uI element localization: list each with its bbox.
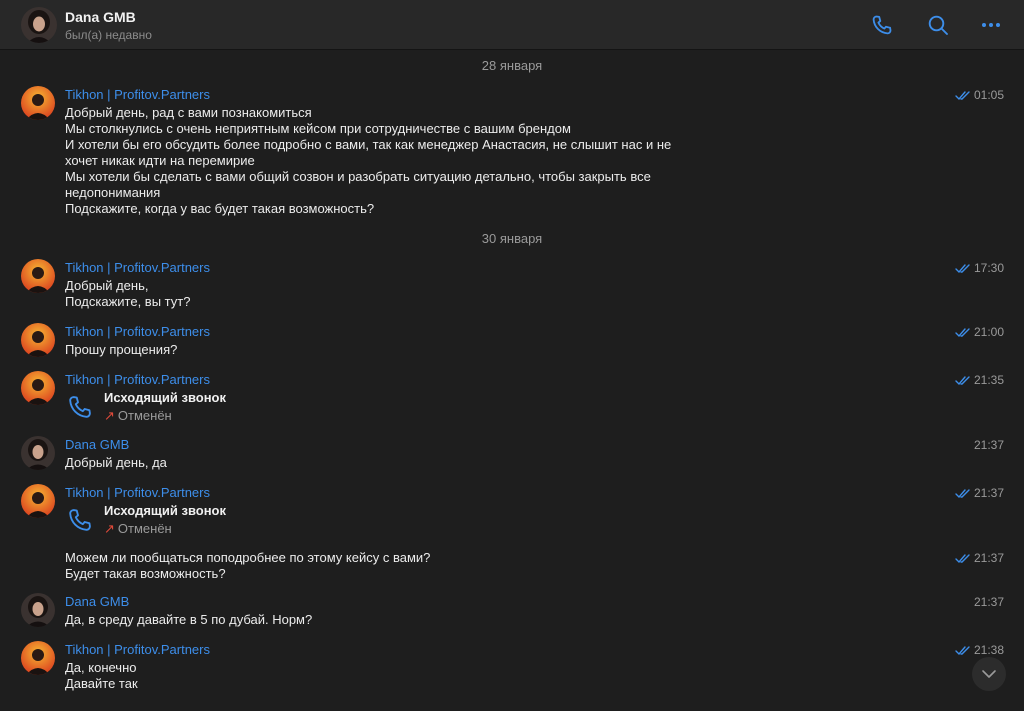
read-checkmarks-icon <box>955 327 971 341</box>
message-text: Добрый день, рад с вами познакомиться <box>65 105 312 120</box>
read-checkmarks-icon <box>955 488 971 502</box>
message-text: Прошу прощения? <box>65 342 178 357</box>
read-checkmarks-icon <box>955 645 971 659</box>
message-time-text: 21:35 <box>973 373 1004 387</box>
message-text: Добрый день, <box>65 278 149 293</box>
message-text: Будет такая возможность? <box>65 566 226 581</box>
read-checkmarks-icon <box>955 375 971 389</box>
message-text: Давайте так <box>65 676 138 691</box>
message-time: 21:38 <box>955 643 1004 659</box>
call-status-text: Отменён <box>117 408 172 423</box>
more-icon[interactable] <box>978 12 1004 38</box>
read-checkmarks-icon <box>955 553 971 567</box>
message-sender[interactable]: Tikhon | Profitov.Partners <box>65 260 210 275</box>
outgoing-arrow-icon: ↗ <box>104 521 115 536</box>
chevron-down-icon <box>982 670 996 678</box>
message-sender[interactable]: Tikhon | Profitov.Partners <box>65 324 210 339</box>
message-text: Да, в среду давайте в 5 по дубай. Норм? <box>65 612 313 627</box>
message-time-text: 21:37 <box>973 486 1004 500</box>
contact-avatar[interactable] <box>21 7 57 43</box>
avatar[interactable] <box>21 593 55 627</box>
contact-status: был(а) недавно <box>65 28 152 42</box>
message-time: 21:37 <box>955 486 1004 502</box>
message-sender[interactable]: Dana GMB <box>65 594 129 609</box>
avatar[interactable] <box>21 371 55 405</box>
message-time: 21:35 <box>955 373 1004 389</box>
read-checkmarks-icon <box>955 90 971 104</box>
message-text: Мы столкнулись с очень неприятным кейсом… <box>65 121 571 136</box>
message-sender[interactable]: Dana GMB <box>65 437 129 452</box>
read-checkmarks-icon <box>955 263 971 277</box>
call-status: ↗ Отменён <box>104 521 172 537</box>
scroll-to-bottom-button[interactable] <box>972 657 1006 691</box>
message-sender[interactable]: Tikhon | Profitov.Partners <box>65 642 210 657</box>
avatar[interactable] <box>21 259 55 293</box>
call-title: Исходящий звонок <box>104 390 227 405</box>
message-time: 17:30 <box>955 261 1004 277</box>
message-time-text: 21:38 <box>973 643 1004 657</box>
date-separator: 28 января <box>481 58 543 73</box>
message-time-text: 21:00 <box>973 325 1004 339</box>
message-text: Подскажите, вы тут? <box>65 294 191 309</box>
message-time: 21:00 <box>955 325 1004 341</box>
contact-name[interactable]: Dana GMB <box>65 9 136 25</box>
message-list[interactable]: 28 января Tikhon | Profitov.Partners Доб… <box>0 51 1024 711</box>
message-time: 21:37 <box>973 595 1004 609</box>
message-time: 21:37 <box>955 551 1004 567</box>
message-text: хочет никак идти на перемирие <box>65 153 255 168</box>
call-phone-icon[interactable] <box>66 393 94 421</box>
message-text: недопонимания <box>65 185 161 200</box>
call-phone-icon[interactable] <box>66 506 94 534</box>
message-sender[interactable]: Tikhon | Profitov.Partners <box>65 87 210 102</box>
call-status: ↗ Отменён <box>104 408 172 424</box>
call-status-text: Отменён <box>117 521 172 536</box>
outgoing-arrow-icon: ↗ <box>104 408 115 423</box>
avatar[interactable] <box>21 641 55 675</box>
message-text: Мы хотели бы сделать с вами общий созвон… <box>65 169 651 184</box>
date-separator: 30 января <box>481 231 543 246</box>
message-time: 01:05 <box>955 88 1004 104</box>
search-icon[interactable] <box>925 12 951 38</box>
message-sender[interactable]: Tikhon | Profitov.Partners <box>65 485 210 500</box>
avatar[interactable] <box>21 436 55 470</box>
call-title: Исходящий звонок <box>104 503 227 518</box>
avatar[interactable] <box>21 484 55 518</box>
avatar[interactable] <box>21 86 55 120</box>
message-time-text: 17:30 <box>973 261 1004 275</box>
avatar[interactable] <box>21 323 55 357</box>
message-text: Добрый день, да <box>65 455 167 470</box>
phone-icon[interactable] <box>869 12 895 38</box>
message-text: Да, конечно <box>65 660 137 675</box>
message-sender[interactable]: Tikhon | Profitov.Partners <box>65 372 210 387</box>
message-time: 21:37 <box>973 438 1004 452</box>
message-text: Можем ли пообщаться поподробнее по этому… <box>65 550 431 565</box>
message-text: Подскажите, когда у вас будет такая возм… <box>65 201 375 216</box>
message-time-text: 01:05 <box>973 88 1004 102</box>
message-time-text: 21:37 <box>973 551 1004 565</box>
chat-header: Dana GMB был(а) недавно <box>0 0 1024 50</box>
message-text: И хотели бы его обсудить более подробно … <box>65 137 672 152</box>
